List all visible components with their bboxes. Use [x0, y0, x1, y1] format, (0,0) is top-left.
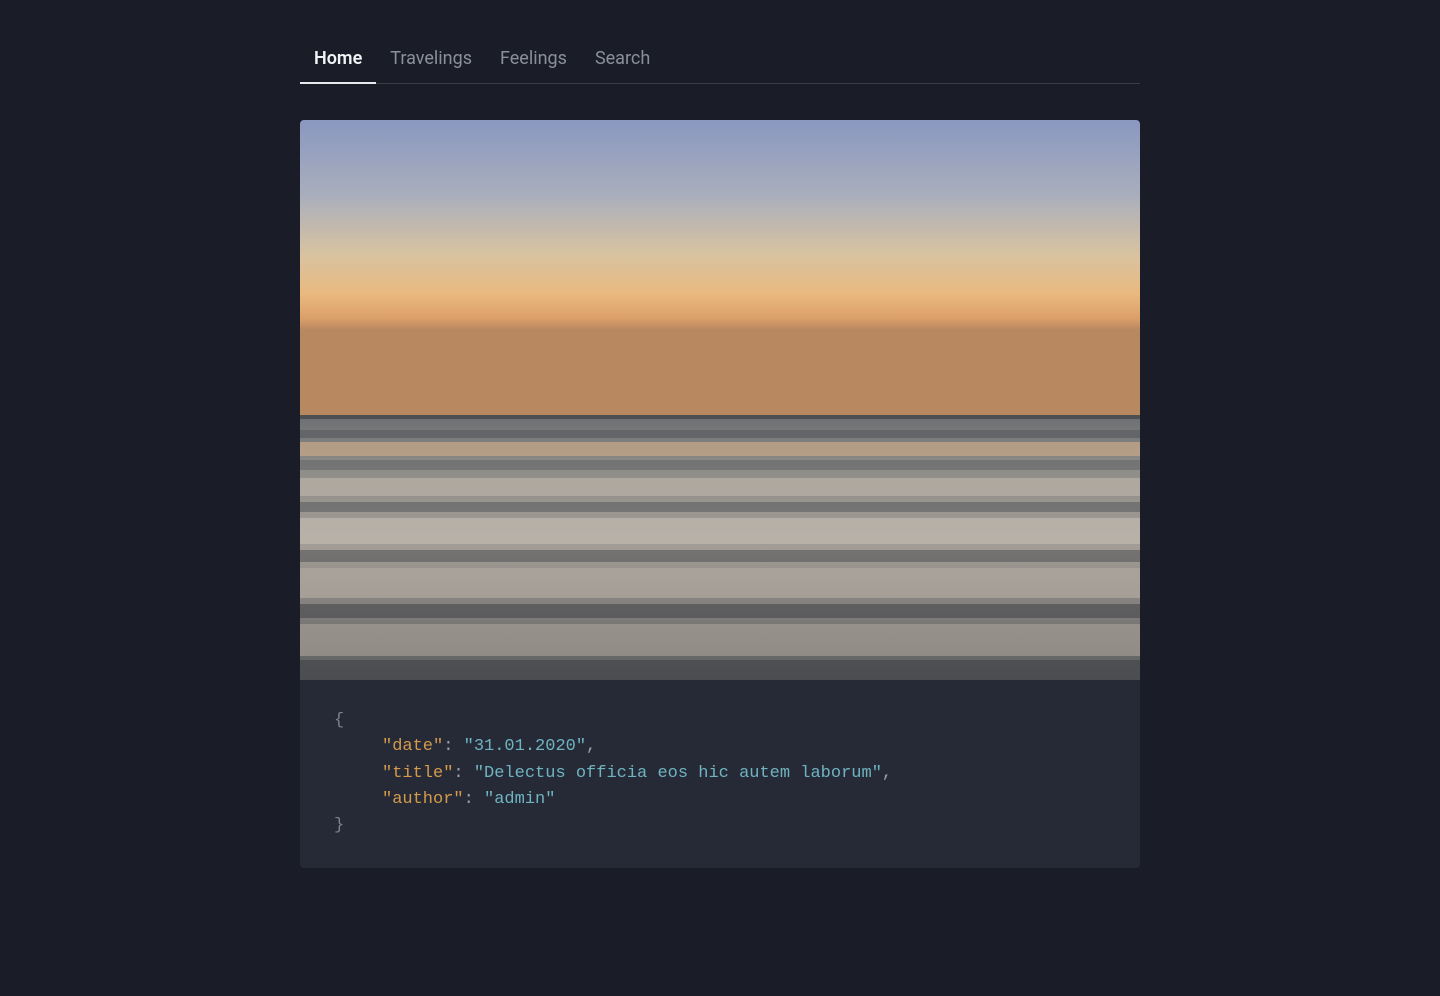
tab-search[interactable]: Search — [581, 36, 664, 83]
code-close-brace: } — [334, 816, 344, 835]
code-value: "31.01.2020" — [464, 737, 586, 756]
tab-home[interactable]: Home — [300, 36, 376, 83]
code-key: "author" — [382, 790, 464, 809]
code-colon: : — [453, 764, 463, 783]
code-field-title: "title": "Delectus officia eos hic autem… — [334, 761, 1106, 787]
post-meta-code: { "date": "31.01.2020", "title": "Delect… — [300, 680, 1140, 868]
code-comma: , — [586, 737, 596, 756]
code-key: "title" — [382, 764, 453, 783]
code-comma: , — [882, 764, 892, 783]
page-container: Home Travelings Feelings Search — [300, 36, 1140, 868]
code-field-date: "date": "31.01.2020", — [334, 734, 1106, 760]
tab-feelings[interactable]: Feelings — [486, 36, 581, 83]
code-field-author: "author": "admin" — [334, 787, 1106, 813]
code-open-brace: { — [334, 711, 344, 730]
code-value: "admin" — [484, 790, 555, 809]
code-value: "Delectus officia eos hic autem laborum" — [474, 764, 882, 783]
code-key: "date" — [382, 737, 443, 756]
code-colon: : — [464, 790, 474, 809]
code-colon: : — [443, 737, 453, 756]
nav-tabs: Home Travelings Feelings Search — [300, 36, 1140, 84]
post-hero-image — [300, 120, 1140, 680]
post-card: { "date": "31.01.2020", "title": "Delect… — [300, 120, 1140, 868]
tab-travelings[interactable]: Travelings — [376, 36, 486, 83]
